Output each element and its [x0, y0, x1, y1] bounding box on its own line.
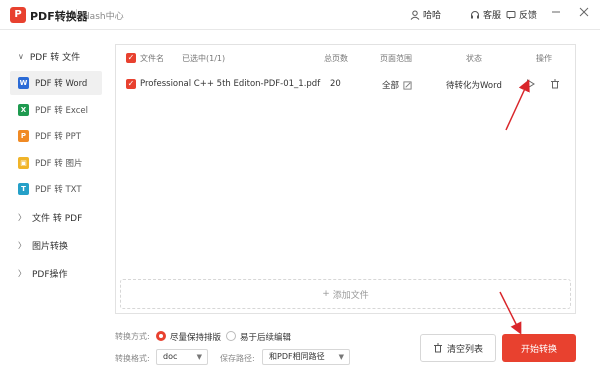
support-button[interactable]: 客服 [470, 8, 501, 21]
sidebar-item-label: PDF 转 Excel [35, 106, 88, 116]
header-action: 操作 [536, 54, 552, 63]
mode-option-keep-layout[interactable]: 尽量保持排版 [170, 331, 221, 343]
header-pages: 总页数 [324, 54, 348, 63]
edit-icon[interactable] [403, 80, 412, 90]
excel-icon: X [18, 104, 29, 116]
close-button[interactable] [576, 6, 592, 22]
status-text: 待转化为Word [446, 81, 502, 91]
start-convert-label: 开始转换 [520, 344, 557, 355]
word-icon: W [18, 77, 29, 89]
headset-icon [471, 10, 479, 18]
sidebar: ∨ PDF 转 文件 W PDF 转 Word X PDF 转 Excel P … [0, 31, 108, 377]
sidebar-item-pdf-to-ppt[interactable]: P PDF 转 PPT [10, 124, 102, 148]
ppt-icon: P [18, 130, 29, 142]
header-status: 状态 [466, 54, 482, 63]
format-label: 转换格式: [115, 354, 150, 363]
sidebar-item-label: PDF 转 Word [35, 79, 88, 89]
user-name: 哈哈 [423, 11, 442, 21]
delete-button[interactable] [550, 79, 560, 92]
trash-icon [433, 343, 442, 353]
select-all-checkbox[interactable]: ✓ [126, 53, 136, 63]
minimize-icon [552, 11, 560, 13]
chevron-down-icon: ▼ [338, 353, 344, 361]
sidebar-section-label: 文件 转 PDF [32, 213, 83, 224]
mode-radio-easy-edit[interactable] [226, 331, 236, 341]
txt-icon: T [18, 183, 29, 195]
add-file-button[interactable]: + 添加文件 [120, 279, 571, 309]
sidebar-item-pdf-to-word[interactable]: W PDF 转 Word [10, 71, 102, 95]
start-convert-button[interactable]: 开始转换 [502, 334, 576, 362]
feedback-button[interactable]: 反馈 [506, 8, 537, 21]
sidebar-section-label: PDF操作 [32, 269, 68, 280]
feedback-label: 反馈 [519, 11, 538, 21]
user-icon [410, 10, 420, 20]
sidebar-section-image-convert[interactable]: 〉 图片转换 [0, 232, 108, 258]
sidebar-section-pdf-to-file[interactable]: ∨ PDF 转 文件 [0, 43, 108, 69]
chevron-right-icon: 〉 [18, 212, 26, 222]
page-range-cell[interactable]: 全部 [382, 79, 412, 91]
sidebar-item-label: PDF 转 图片 [35, 159, 83, 169]
file-list-panel: ✓ 文件名 已选中(1/1) 总页数 页面范围 状态 操作 ✓ Professi… [115, 44, 576, 314]
header-page-range: 页面范围 [380, 54, 412, 63]
feedback-icon [506, 10, 516, 19]
sidebar-item-pdf-to-txt[interactable]: T PDF 转 TXT [10, 177, 102, 201]
sidebar-section-pdf-operations[interactable]: 〉 PDF操作 [0, 260, 108, 286]
add-file-label: 添加文件 [332, 290, 369, 301]
header-selected-count: 已选中(1/1) [182, 54, 226, 63]
page-count: 20 [330, 79, 341, 89]
close-icon [579, 7, 589, 17]
header-filename: 文件名 [140, 54, 164, 63]
chevron-down-icon: ∨ [18, 51, 24, 61]
sidebar-section-file-to-pdf[interactable]: 〉 文件 转 PDF [0, 204, 108, 230]
save-path-value: 和PDF相同路径 [269, 352, 325, 361]
save-path-label: 保存路径: [220, 354, 255, 363]
minimize-button[interactable] [548, 6, 564, 22]
sidebar-item-label: PDF 转 PPT [35, 132, 81, 142]
save-path-select[interactable]: 和PDF相同路径 ▼ [262, 349, 350, 365]
support-label: 客服 [483, 11, 502, 21]
sidebar-section-label: PDF 转 文件 [29, 52, 81, 63]
clear-list-button[interactable]: 清空列表 [420, 334, 496, 362]
mode-option-easy-edit[interactable]: 易于后续编辑 [240, 331, 291, 343]
user-account[interactable]: 哈哈 [410, 8, 441, 21]
sidebar-item-pdf-to-excel[interactable]: X PDF 转 Excel [10, 98, 102, 122]
title-divider [76, 9, 77, 21]
trash-icon [551, 79, 559, 89]
image-icon: ▣ [18, 157, 29, 169]
play-button[interactable] [526, 79, 535, 92]
sidebar-item-pdf-to-image[interactable]: ▣ PDF 转 图片 [10, 151, 102, 175]
sidebar-section-label: 图片转换 [32, 241, 69, 252]
app-logo: P [10, 7, 26, 23]
chevron-down-icon: ▼ [196, 353, 202, 361]
row-checkbox[interactable]: ✓ [126, 79, 136, 89]
format-select[interactable]: doc ▼ [156, 349, 208, 365]
sidebar-item-label: PDF 转 TXT [35, 185, 82, 195]
chevron-right-icon: 〉 [18, 268, 26, 278]
title-bar: P PDF转换器 Flash中心 哈哈 客服 反馈 [0, 0, 600, 30]
chevron-right-icon: 〉 [18, 240, 26, 250]
plus-icon: + [322, 289, 330, 299]
conversion-mode-label: 转换方式: [115, 332, 150, 341]
format-value: doc [163, 352, 178, 361]
flash-center-link[interactable]: Flash中心 [82, 9, 124, 22]
mode-radio-keep-layout[interactable] [156, 331, 166, 341]
play-icon [527, 79, 535, 89]
file-name: Professional C++ 5th Editon-PDF-01_1.pdf [140, 79, 321, 89]
app-title: PDF转换器 [30, 10, 88, 23]
page-range-value: 全部 [382, 81, 400, 91]
clear-list-label: 清空列表 [446, 344, 483, 355]
